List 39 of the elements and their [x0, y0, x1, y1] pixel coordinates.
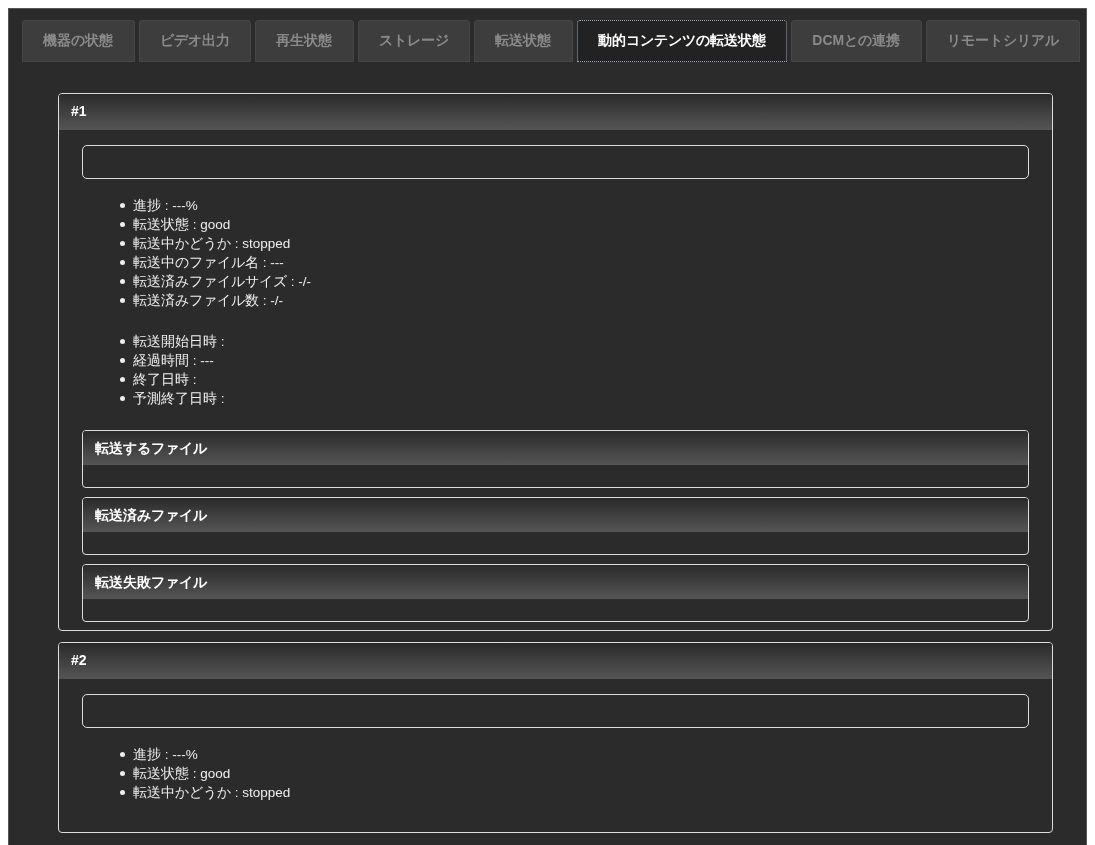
status-item: 転送状態 : good	[133, 215, 231, 234]
bullet-icon	[120, 222, 125, 227]
bullet-icon	[120, 771, 125, 776]
status-item: 進捗 : ---%	[133, 745, 198, 764]
bullet-icon	[120, 377, 125, 382]
status-item: 進捗 : ---%	[133, 196, 198, 215]
tab[interactable]: リモートシリアル	[925, 20, 1080, 62]
bullet-icon	[120, 241, 125, 246]
bullet-icon	[120, 752, 125, 757]
status-item: 転送中かどうか : stopped	[133, 783, 291, 802]
bullet-icon	[120, 339, 125, 344]
panel-header[interactable]: #2	[59, 643, 1052, 679]
tab[interactable]: DCMとの連携	[791, 20, 922, 62]
bullet-icon	[120, 260, 125, 265]
section-header[interactable]: 転送済みファイル	[83, 498, 1028, 532]
bullet-icon	[120, 298, 125, 303]
status-item: 経過時間 : ---	[133, 351, 214, 370]
bullet-icon	[120, 358, 125, 363]
bullet-icon	[120, 396, 125, 401]
tab[interactable]: 再生状態	[255, 20, 354, 62]
tab[interactable]: 機器の状態	[22, 20, 135, 62]
status-item: 転送済みファイルサイズ : -/-	[133, 272, 311, 291]
panel-header[interactable]: #1	[59, 94, 1052, 130]
bullet-icon	[120, 790, 125, 795]
status-item: 転送済みファイル数 : -/-	[133, 291, 283, 310]
status-item: 転送中かどうか : stopped	[133, 234, 291, 253]
tab[interactable]: ストレージ	[357, 20, 471, 62]
tab[interactable]: ビデオ出力	[138, 20, 252, 62]
tab[interactable]: 動的コンテンツの転送状態	[576, 20, 788, 62]
tab[interactable]: 転送状態	[474, 20, 573, 62]
section-header[interactable]: 転送失敗ファイル	[83, 565, 1028, 599]
status-item: 終了日時 :	[133, 370, 197, 389]
status-item: 転送中のファイル名 : ---	[133, 253, 284, 272]
section-header[interactable]: 転送するファイル	[83, 431, 1028, 465]
status-item: 転送開始日時 :	[133, 332, 225, 351]
bullet-icon	[120, 203, 125, 208]
status-item: 予測終了日時 :	[133, 389, 225, 408]
status-item: 転送状態 : good	[133, 764, 231, 783]
bullet-icon	[120, 279, 125, 284]
